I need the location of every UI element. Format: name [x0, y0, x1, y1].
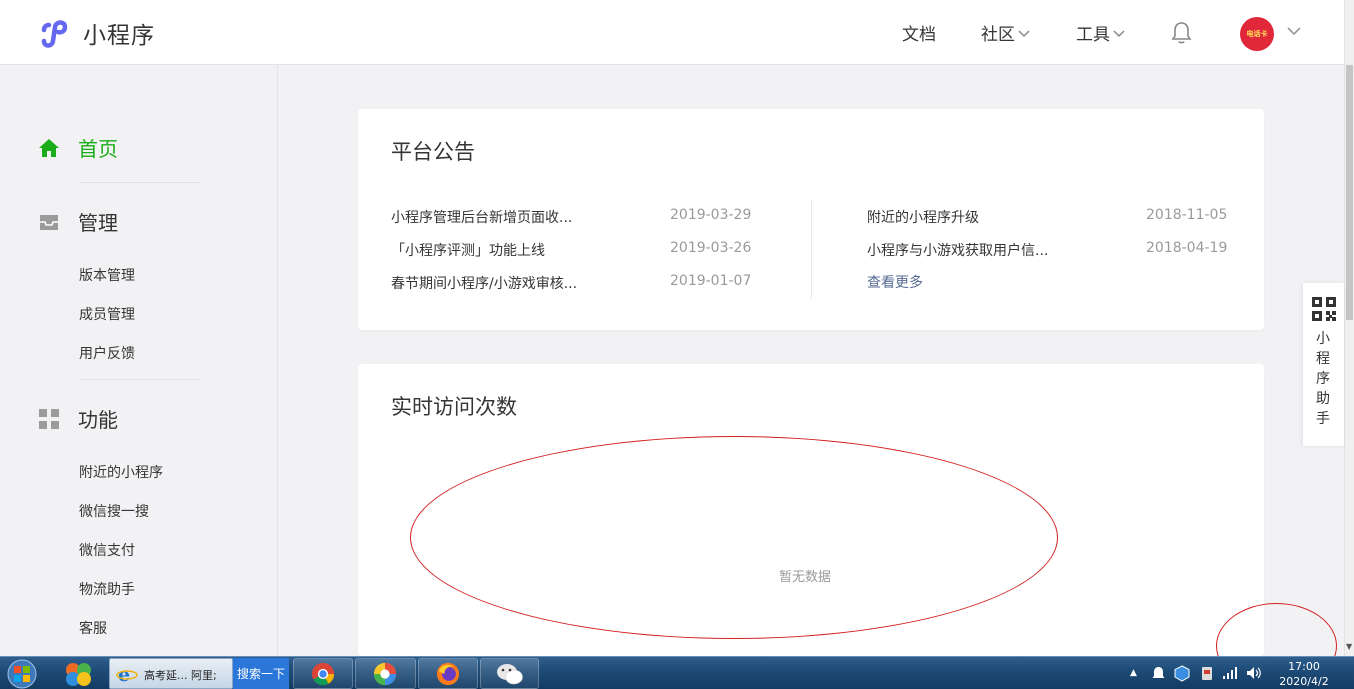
nav-docs[interactable]: 文档 — [902, 20, 936, 45]
nav-tools[interactable]: 工具 — [1076, 20, 1125, 45]
sidebar-item-members[interactable]: 成员管理 — [79, 304, 135, 324]
top-header: 小程序 文档 社区 工具 电话卡 — [0, 0, 1344, 65]
tray-security-icon[interactable] — [1174, 665, 1190, 682]
sidebar-item-customer-service[interactable]: 客服 — [79, 618, 107, 638]
sidebar-divider — [79, 182, 200, 183]
home-icon — [39, 138, 59, 157]
clock-date: 2020/4/2 — [1279, 675, 1329, 688]
scrollbar-thumb[interactable] — [1346, 65, 1353, 320]
announcements-card: 平台公告 小程序管理后台新增页面收... 2019-03-29 「小程序评测」功… — [358, 109, 1264, 330]
taskbar-wechat-button[interactable] — [480, 658, 539, 689]
inbox-icon — [40, 214, 58, 230]
announcement-date: 2019-03-29 — [670, 207, 752, 223]
column-divider — [811, 199, 812, 299]
volume-icon[interactable] — [1246, 666, 1262, 680]
no-data-text: 暂无数据 — [779, 570, 832, 585]
announcement-date: 2018-11-05 — [1146, 207, 1228, 223]
app-launcher-icon[interactable] — [62, 660, 96, 688]
announcement-link[interactable]: 春节期间小程序/小游戏审核... — [391, 273, 577, 293]
announcement-date: 2019-03-26 — [670, 240, 752, 256]
svg-text:e: e — [118, 664, 130, 684]
nav-community-label: 社区 — [981, 25, 1015, 45]
announcement-date: 2018-04-19 — [1146, 240, 1228, 256]
sidebar-section-manage: 管理 — [38, 207, 118, 236]
announcement-link[interactable]: 「小程序评测」功能上线 — [391, 240, 545, 260]
announcement-link[interactable]: 小程序与小游戏获取用户信... — [867, 240, 1048, 260]
sidebar-item-home[interactable]: 首页 — [38, 133, 118, 162]
grid-icon — [39, 408, 59, 429]
scroll-down-arrow-icon[interactable]: ▼ — [1346, 642, 1352, 651]
sidebar: 首页 管理 版本管理 成员管理 用户反馈 功能 附近的小程序 微信搜一搜 微信支… — [0, 65, 278, 656]
windows-start-icon[interactable] — [2, 657, 42, 689]
announcement-date: 2019-01-07 — [670, 273, 752, 289]
taskbar-clock[interactable]: 17:00 2020/4/2 — [1274, 659, 1334, 689]
taskbar-ie-label: 高考延... 阿里; — [144, 669, 217, 682]
sidebar-item-version[interactable]: 版本管理 — [79, 265, 135, 285]
chrome-icon — [311, 662, 335, 686]
sidebar-section-manage-title: 管理 — [78, 211, 118, 235]
tray-device-icon[interactable] — [1199, 665, 1215, 682]
avatar-text: 电话卡 — [1246, 30, 1268, 38]
firefox-icon — [436, 662, 460, 686]
view-more-link[interactable]: 查看更多 — [867, 272, 923, 292]
sidebar-item-wechat-search[interactable]: 微信搜一搜 — [79, 501, 149, 521]
app-name: 小程序 — [83, 23, 155, 49]
nav-tools-label: 工具 — [1076, 25, 1110, 45]
network-icon[interactable] — [1222, 666, 1238, 680]
announcement-link[interactable]: 附近的小程序升级 — [867, 207, 979, 227]
avatar[interactable]: 电话卡 — [1240, 17, 1274, 51]
sidebar-divider — [79, 379, 200, 380]
bell-icon[interactable] — [1171, 21, 1192, 44]
sidebar-item-logistics[interactable]: 物流助手 — [79, 579, 135, 599]
ie-icon: e — [116, 664, 138, 684]
sidebar-section-features-title: 功能 — [78, 408, 118, 432]
announcements-title: 平台公告 — [391, 140, 475, 164]
clock-time: 17:00 — [1288, 660, 1320, 673]
sidebar-section-features: 功能 — [38, 404, 118, 433]
announcement-link[interactable]: 小程序管理后台新增页面收... — [391, 207, 572, 227]
pinwheel-icon — [373, 662, 397, 686]
assistant-label: 小程序助手 — [1316, 331, 1330, 427]
realtime-visits-title: 实时访问次数 — [391, 395, 517, 419]
tray-notification-icon[interactable] — [1151, 666, 1166, 681]
chevron-down-icon — [1018, 29, 1030, 37]
realtime-visits-card: 实时访问次数 暂无数据 — [358, 364, 1264, 656]
mini-program-assistant-tab[interactable]: 小程序助手 — [1303, 283, 1344, 446]
taskbar-chrome-button[interactable] — [293, 658, 353, 689]
nav-docs-label: 文档 — [902, 25, 936, 45]
qr-code-icon — [1312, 297, 1336, 321]
sidebar-item-wechat-pay[interactable]: 微信支付 — [79, 540, 135, 560]
taskbar-firefox-button[interactable] — [418, 658, 478, 689]
wechat-icon — [497, 664, 523, 685]
taskbar-search-button[interactable]: 搜索一下 — [233, 658, 289, 689]
chevron-down-icon[interactable] — [1287, 27, 1301, 36]
nav-community[interactable]: 社区 — [981, 20, 1030, 45]
taskbar-ie-window[interactable]: e 高考延... 阿里; — [109, 658, 233, 689]
sidebar-item-feedback[interactable]: 用户反馈 — [79, 343, 135, 363]
sidebar-item-nearby[interactable]: 附近的小程序 — [79, 462, 163, 482]
tray-expand-icon[interactable]: ▲ — [1130, 668, 1137, 678]
chevron-down-icon — [1113, 29, 1125, 37]
logo[interactable]: 小程序 — [38, 16, 155, 50]
sidebar-item-home-label: 首页 — [78, 137, 118, 161]
windows-taskbar: e 高考延... 阿里; 搜索一下 ▲ 17:00 2020/4/2 — [0, 656, 1354, 689]
mini-program-logo-icon — [41, 20, 68, 48]
taskbar-app-button[interactable] — [355, 658, 416, 689]
